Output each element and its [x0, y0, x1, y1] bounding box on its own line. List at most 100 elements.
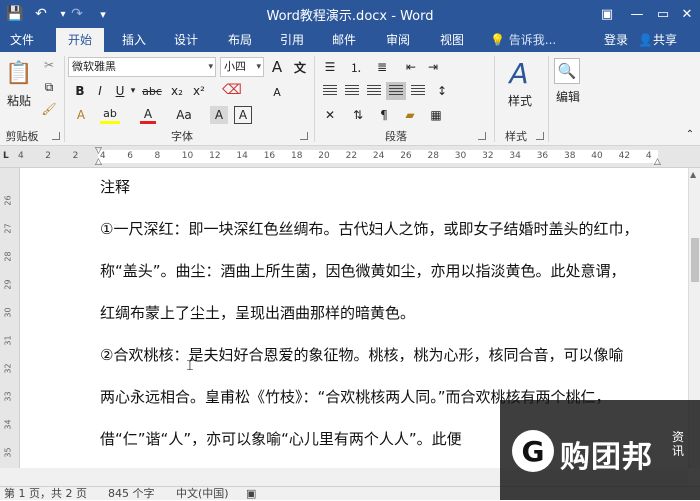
styles-button[interactable]: 样式: [500, 92, 540, 108]
character-border-icon[interactable]: A: [234, 106, 252, 124]
tab-design[interactable]: 设计: [164, 28, 208, 52]
vertical-ruler-number: 27: [3, 223, 13, 234]
close-button[interactable]: ✕: [672, 2, 700, 26]
vertical-ruler-number: 35: [3, 447, 13, 458]
tell-me-search[interactable]: 💡 告诉我...: [490, 28, 556, 52]
styles-group-label: 样式: [505, 130, 527, 143]
tab-mailings[interactable]: 邮件: [322, 28, 366, 52]
ruler-number: 10: [181, 151, 194, 161]
clear-formatting-icon[interactable]: ⌫: [222, 80, 242, 100]
show-marks-icon[interactable]: ¶: [374, 106, 394, 124]
highlight-color-icon[interactable]: ab: [100, 106, 120, 124]
format-painter-icon[interactable]: 🖌: [40, 100, 58, 118]
editing-button[interactable]: 编辑: [550, 88, 586, 104]
vertical-ruler-number: 33: [3, 391, 13, 402]
tab-references[interactable]: 引用: [270, 28, 314, 52]
brand-name: 购团邦: [560, 440, 653, 475]
borders-icon[interactable]: ▦: [426, 106, 446, 124]
italic-button[interactable]: I: [92, 82, 108, 100]
tab-home[interactable]: 开始: [56, 28, 104, 52]
right-indent-marker[interactable]: △: [654, 157, 661, 167]
phonetic-guide-icon[interactable]: 文: [290, 57, 310, 77]
cut-icon[interactable]: ✂: [40, 56, 58, 74]
paragraph-launcher-icon[interactable]: [478, 132, 486, 140]
ruler-number: 24: [372, 151, 385, 161]
collapse-ribbon-icon[interactable]: ⌃: [684, 128, 696, 140]
doc-line[interactable]: 注释: [100, 176, 130, 197]
styles-icon[interactable]: A: [504, 57, 534, 90]
grow-font-icon[interactable]: A: [268, 57, 286, 77]
change-case-button[interactable]: Aa: [172, 106, 196, 124]
font-color-icon[interactable]: A: [140, 106, 156, 124]
font-launcher-icon[interactable]: [300, 132, 308, 140]
bold-button[interactable]: B: [72, 82, 88, 100]
ruler-number: 4: [645, 151, 652, 161]
tab-selector[interactable]: L: [3, 151, 9, 161]
character-shading-icon[interactable]: A: [210, 106, 228, 124]
language-status[interactable]: 中文(中国): [176, 487, 229, 501]
decrease-indent-icon[interactable]: ⇤: [402, 58, 420, 76]
line-spacing-icon[interactable]: ↕: [432, 82, 452, 100]
superscript-button[interactable]: x²: [190, 82, 208, 100]
doc-line[interactable]: ②合欢桃核：是夫妇好合恩爱的象征物。桃核，桃为心形，核同合音，可以像喻: [100, 344, 623, 365]
bullets-icon[interactable]: ☰: [320, 58, 340, 76]
styles-launcher-icon[interactable]: [536, 132, 544, 140]
ruler-number: 14: [236, 151, 248, 161]
tab-insert[interactable]: 插入: [112, 28, 156, 52]
ruler-number: 42: [618, 151, 631, 161]
justify-icon[interactable]: [386, 82, 406, 100]
i-beam-cursor: 𝙸: [185, 358, 195, 374]
doc-line[interactable]: 红绸布蒙上了尘土，呈现出酒曲那样的暗黄色。: [100, 302, 415, 323]
font-family-select[interactable]: 微软雅黑 ▾: [68, 57, 216, 77]
ruler-number: 36: [536, 151, 549, 161]
scrollbar-thumb[interactable]: [691, 238, 699, 282]
shrink-font-icon[interactable]: A: [268, 82, 286, 102]
tab-layout[interactable]: 布局: [218, 28, 262, 52]
strikethrough-button[interactable]: abc: [140, 82, 164, 100]
paste-button[interactable]: 粘贴: [4, 92, 34, 108]
vertical-ruler-number: 29: [3, 279, 13, 290]
vertical-ruler-number: 31: [3, 335, 13, 346]
distributed-icon[interactable]: [408, 82, 428, 100]
multilevel-list-icon[interactable]: ≣: [372, 58, 392, 76]
tab-review[interactable]: 审阅: [376, 28, 420, 52]
text-effects-icon[interactable]: A: [72, 106, 90, 124]
vertical-ruler-number: 30: [3, 307, 13, 318]
sign-in-link[interactable]: 登录: [604, 28, 628, 52]
share-button[interactable]: 👤共享: [638, 28, 677, 52]
page-count[interactable]: 第 1 页，共 2 页: [4, 487, 87, 501]
macro-record-icon[interactable]: ▣: [246, 487, 256, 501]
shading-icon[interactable]: ▰: [400, 106, 420, 124]
ruler-number: 8: [154, 151, 161, 161]
ruler-number: 6: [127, 151, 133, 161]
doc-line[interactable]: 称“盖头”。曲尘：酒曲上所生菌，因色微黄如尘，亦用以指淡黄色。此处意谓，: [100, 260, 626, 281]
lightbulb-icon: 💡: [490, 33, 509, 47]
underline-dropdown-icon[interactable]: ▾: [128, 82, 138, 100]
first-line-indent-marker[interactable]: ▽: [95, 146, 102, 156]
tab-file[interactable]: 文件: [0, 28, 44, 52]
increase-indent-icon[interactable]: ⇥: [424, 58, 442, 76]
tab-view[interactable]: 视图: [430, 28, 474, 52]
align-left-icon[interactable]: [320, 82, 340, 100]
find-search-icon[interactable]: 🔍: [554, 58, 580, 84]
doc-line[interactable]: 借“仁”谐“人”，亦可以象喻“心儿里有两个人人”。此便: [100, 428, 462, 449]
ribbon-display-options-icon[interactable]: ▣: [592, 2, 622, 26]
word-count[interactable]: 845 个字: [108, 487, 155, 501]
font-size-select[interactable]: 小四 ▾: [220, 57, 264, 77]
doc-line[interactable]: ①一尺深红：即一块深红色丝绸布。古代妇人之饰，或即女子结婚时盖头的红巾，: [100, 218, 638, 239]
hanging-indent-marker[interactable]: △: [95, 157, 102, 167]
copy-icon[interactable]: ⧉: [40, 78, 58, 96]
sort-icon[interactable]: ⇅: [348, 106, 368, 124]
align-right-icon[interactable]: [364, 82, 384, 100]
ruler-number: 30: [454, 151, 467, 161]
numbering-icon[interactable]: ⒈: [346, 58, 366, 76]
doc-line[interactable]: ……: [100, 460, 130, 468]
chinese-layout-icon[interactable]: ✕: [320, 106, 340, 124]
underline-button[interactable]: U: [112, 82, 128, 100]
ribbon-tabs: 文件 开始 插入 设计 布局 引用 邮件 审阅 视图 💡 告诉我... 登录 👤…: [0, 28, 700, 52]
subscript-button[interactable]: x₂: [168, 82, 186, 100]
align-center-icon[interactable]: [342, 82, 362, 100]
scroll-up-icon[interactable]: ▲: [690, 170, 696, 179]
paste-clipboard-icon[interactable]: 📋: [4, 58, 34, 88]
clipboard-launcher-icon[interactable]: [52, 132, 60, 140]
